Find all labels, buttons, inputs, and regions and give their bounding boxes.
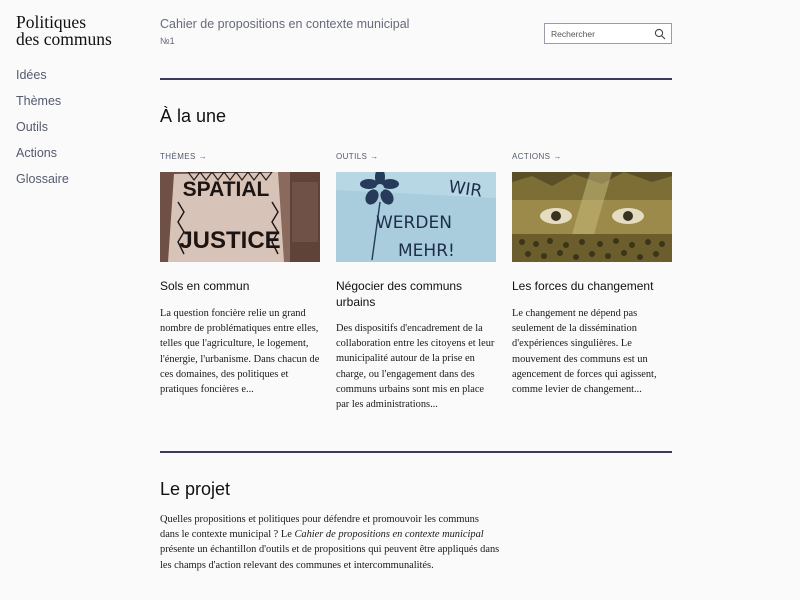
card-title-forces-du-changement[interactable]: Les forces du changement	[512, 279, 672, 295]
site-title-line-2: des communs	[16, 29, 112, 49]
section-title-featured: À la une	[160, 106, 227, 126]
card-excerpt: La question foncière relie un grand nomb…	[160, 308, 320, 396]
arrow-right-icon: →	[553, 151, 562, 161]
card-title-sols-en-commun[interactable]: Sols en commun	[160, 279, 320, 295]
image-text: JUSTICE	[179, 227, 280, 254]
image-text: WERDEN	[376, 213, 452, 233]
divider	[160, 78, 672, 80]
card-image-spatial-justice[interactable]: SPATIAL JUSTICE	[160, 172, 320, 262]
nav-item-themes[interactable]: Thèmes	[16, 94, 69, 120]
divider	[160, 451, 672, 453]
featured-card-themes: THÈMES → SPATIAL JUSTICE Sols en commun …	[160, 150, 320, 395]
project-intro: Quelles propositions et politiques pour …	[160, 512, 500, 573]
image-text: MEHR!	[398, 241, 455, 261]
nav-item-glossaire[interactable]: Glossaire	[16, 172, 69, 198]
card-excerpt: Le changement ne dépend pas seulement de…	[512, 308, 657, 396]
category-label: THÈMES	[160, 151, 196, 161]
featured-card-actions: ACTIONS → Les forces du changement Le ch…	[512, 150, 672, 395]
category-link-themes[interactable]: THÈMES →	[160, 150, 320, 162]
side-nav: Idées Thèmes Outils Actions Glossaire	[16, 68, 69, 198]
nav-item-actions[interactable]: Actions	[16, 146, 69, 172]
card-title-negocier-communs[interactable]: Négocier des communs urbains	[336, 279, 496, 310]
card-image-wir-werden-mehr[interactable]: WIR WERDEN MEHR!	[336, 172, 496, 262]
search-box	[544, 23, 672, 44]
nav-item-idees[interactable]: Idées	[16, 68, 69, 94]
card-excerpt: Des dispositifs d'encadrement de la coll…	[336, 323, 495, 411]
intro-publication-title: Cahier de propositions en contexte munic…	[294, 529, 484, 541]
category-link-actions[interactable]: ACTIONS →	[512, 150, 672, 162]
featured-card-outils: OUTILS → WIR WERDEN MEHR! Négocier des c…	[336, 150, 496, 410]
search-icon[interactable]	[654, 28, 666, 40]
publication-subtitle: Cahier de propositions en contexte munic…	[160, 17, 410, 31]
category-link-outils[interactable]: OUTILS →	[336, 150, 496, 162]
issue-number: №1	[160, 36, 175, 46]
image-text: SPATIAL	[183, 178, 270, 201]
card-image-eyes-crowd[interactable]	[512, 172, 672, 262]
category-label: OUTILS	[336, 151, 368, 161]
intro-text: présente un échantillon d'outils et de p…	[160, 544, 500, 571]
category-label: ACTIONS	[512, 151, 551, 161]
nav-item-outils[interactable]: Outils	[16, 120, 69, 146]
arrow-right-icon: →	[370, 151, 379, 161]
arrow-right-icon: →	[198, 151, 208, 161]
site-title[interactable]: Politiques des communs	[16, 13, 112, 49]
search-input[interactable]	[545, 24, 645, 43]
section-title-project: Le projet	[160, 479, 231, 499]
